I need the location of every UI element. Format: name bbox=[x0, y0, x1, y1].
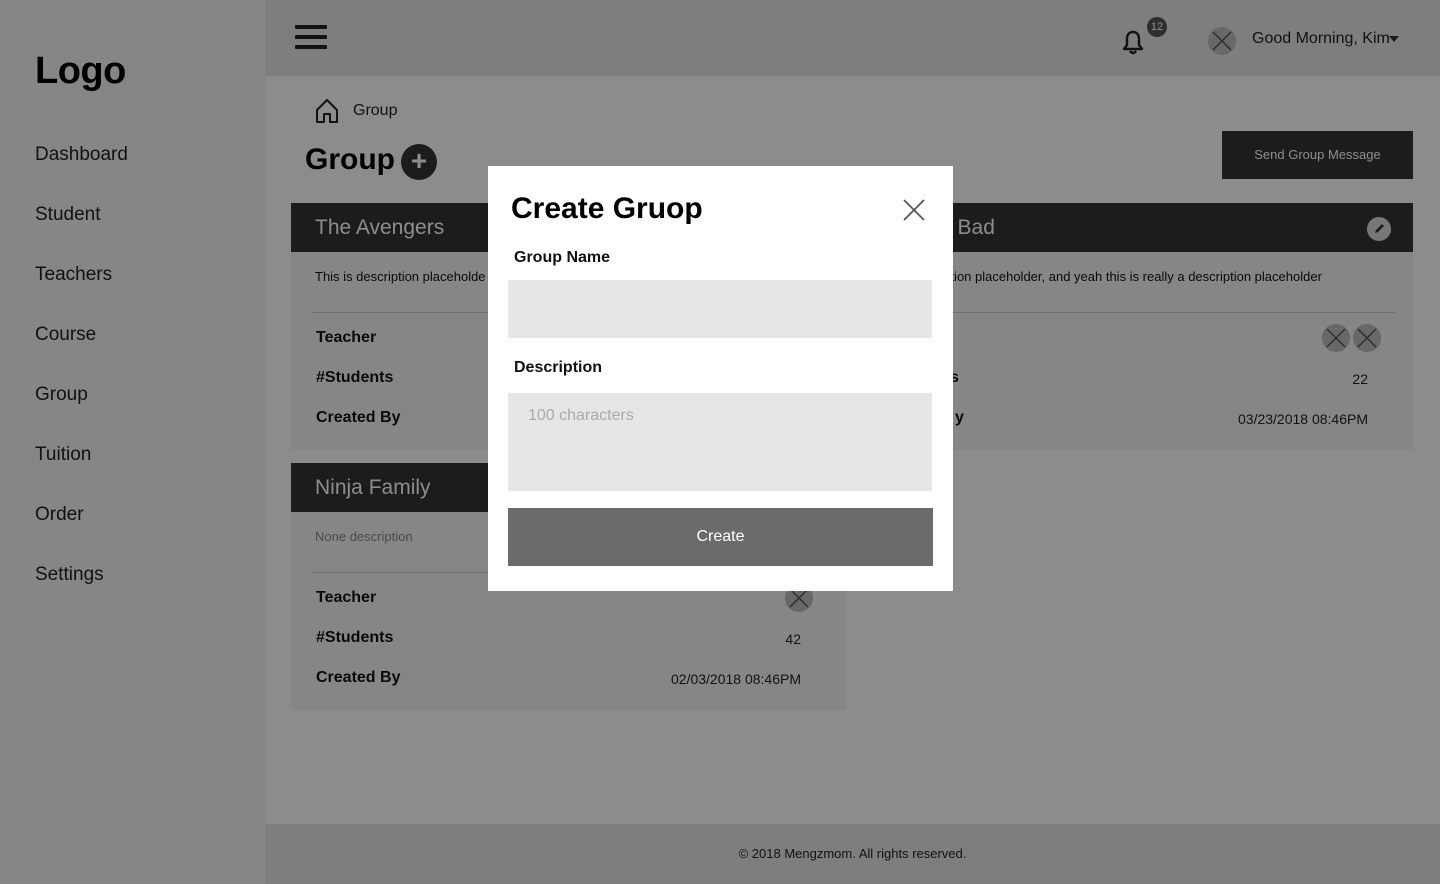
description-input[interactable] bbox=[508, 393, 932, 491]
group-name-input[interactable] bbox=[508, 280, 932, 338]
description-label: Description bbox=[514, 359, 603, 376]
close-icon[interactable] bbox=[902, 198, 926, 222]
group-name-label: Group Name bbox=[514, 249, 611, 266]
modal-title: Create Gruop bbox=[511, 192, 703, 225]
create-button[interactable]: Create bbox=[508, 508, 933, 566]
create-group-modal: Create Gruop Group Name Description Crea… bbox=[488, 166, 953, 591]
